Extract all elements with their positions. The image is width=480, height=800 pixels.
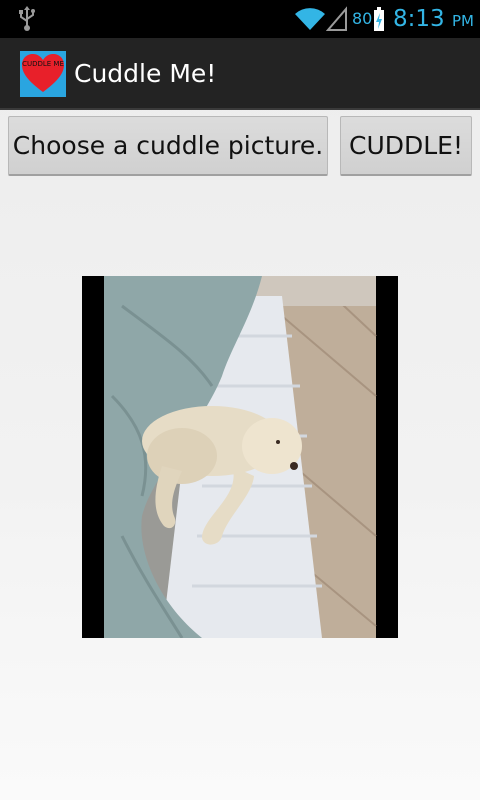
cuddle-picture bbox=[82, 276, 398, 638]
app-icon[interactable]: CUDDLE ME bbox=[20, 51, 66, 97]
app-icon-text: CUDDLE ME bbox=[22, 60, 64, 68]
clock-time: 8:13 bbox=[393, 6, 445, 32]
status-bar: 80 8:13 PM bbox=[0, 0, 480, 38]
clock-ampm: PM bbox=[451, 12, 474, 30]
app-title: Cuddle Me! bbox=[74, 59, 217, 88]
wifi-icon bbox=[295, 8, 325, 31]
clock: 8:13 PM bbox=[393, 5, 474, 35]
action-bar: CUDDLE ME Cuddle Me! bbox=[0, 38, 480, 110]
heart-icon bbox=[22, 54, 64, 92]
usb-icon bbox=[19, 6, 35, 31]
cuddle-button[interactable]: CUDDLE! bbox=[340, 116, 472, 176]
choose-picture-button[interactable]: Choose a cuddle picture. bbox=[8, 116, 328, 176]
signal-icon bbox=[326, 6, 347, 31]
photo-image bbox=[104, 276, 377, 638]
battery-percent: 80 bbox=[352, 9, 373, 28]
battery-charging-icon bbox=[374, 7, 384, 31]
